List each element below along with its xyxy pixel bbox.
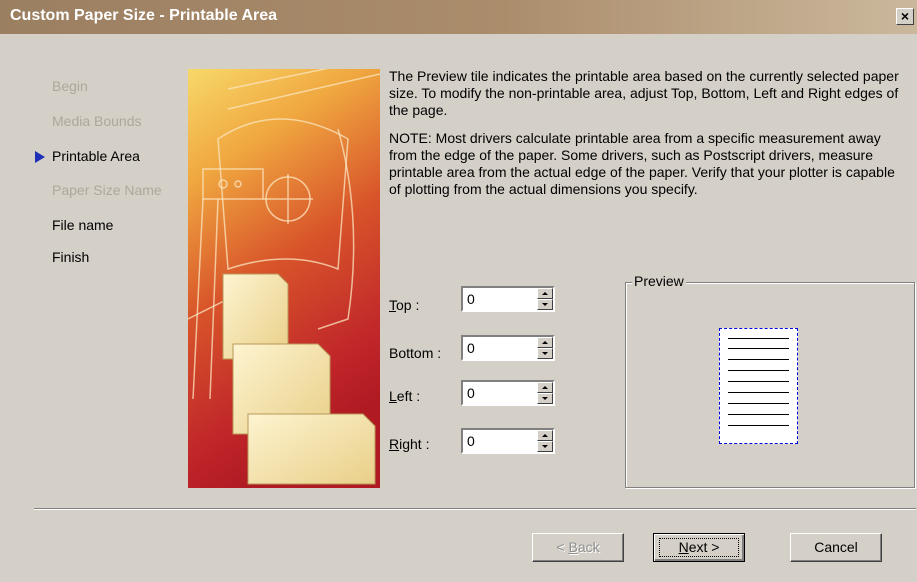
spin-up-icon — [542, 292, 548, 295]
preview-line — [728, 338, 789, 339]
step-printable-area: Printable Area — [52, 148, 140, 164]
step-finish: Finish — [52, 249, 90, 265]
preview-line — [728, 414, 789, 415]
back-button[interactable]: < Back — [532, 533, 624, 562]
top-spin-input[interactable]: 0 — [461, 286, 555, 312]
preview-line — [728, 348, 789, 349]
spin-down-icon — [542, 445, 548, 448]
spin-up-icon — [542, 386, 548, 389]
close-icon: × — [900, 8, 910, 24]
right-spin-input[interactable]: 0 — [461, 428, 555, 454]
preview-line — [728, 403, 789, 404]
preview-page — [719, 328, 798, 444]
left-value[interactable]: 0 — [467, 385, 475, 401]
spin-down-icon — [542, 352, 548, 355]
window-title: Custom Paper Size - Printable Area — [10, 7, 278, 24]
preview-line — [728, 381, 789, 382]
right-value[interactable]: 0 — [467, 433, 475, 449]
preview-line — [728, 392, 789, 393]
right-spin-down-button[interactable] — [537, 441, 553, 452]
step-media-bounds: Media Bounds — [52, 113, 142, 129]
preview-line — [728, 425, 789, 426]
spin-up-icon — [542, 341, 548, 344]
top-spin-up-button[interactable] — [537, 288, 553, 299]
title-bar: Custom Paper Size - Printable Area × — [0, 0, 917, 34]
top-label: Top : — [389, 297, 420, 313]
top-spin-down-button[interactable] — [537, 299, 553, 310]
bottom-spin-input[interactable]: 0 — [461, 335, 555, 361]
description: The Preview tile indicates the printable… — [389, 68, 904, 209]
step-file-name: File name — [52, 217, 114, 233]
left-spin-down-button[interactable] — [537, 393, 553, 404]
description-paragraph-1: The Preview tile indicates the printable… — [389, 68, 899, 118]
top-value[interactable]: 0 — [467, 291, 475, 307]
spin-up-icon — [542, 434, 548, 437]
footer-separator — [34, 508, 916, 510]
left-label: Left : — [389, 388, 421, 404]
right-spin-up-button[interactable] — [537, 430, 553, 441]
bottom-value[interactable]: 0 — [467, 340, 475, 356]
spin-down-icon — [542, 303, 548, 306]
cancel-button[interactable]: Cancel — [790, 533, 882, 562]
preview-label: Preview — [632, 273, 686, 289]
spin-down-icon — [542, 397, 548, 400]
close-button[interactable]: × — [896, 8, 914, 25]
bottom-spin-up-button[interactable] — [537, 337, 553, 348]
focus-rect — [659, 538, 739, 557]
preview-line — [728, 359, 789, 360]
preview-line — [728, 370, 789, 371]
left-spin-up-button[interactable] — [537, 382, 553, 393]
current-step-arrow-icon — [35, 151, 45, 163]
right-label: Right : — [389, 436, 430, 452]
bottom-label: Bottom : — [389, 345, 442, 361]
next-button[interactable]: Next > — [653, 533, 745, 562]
description-paragraph-2: NOTE: Most drivers calculate printable a… — [389, 130, 895, 197]
left-spin-input[interactable]: 0 — [461, 380, 555, 406]
wizard-banner-image — [188, 69, 380, 488]
bottom-spin-down-button[interactable] — [537, 348, 553, 359]
step-paper-size-name: Paper Size Name — [52, 182, 162, 198]
step-begin: Begin — [52, 78, 88, 94]
